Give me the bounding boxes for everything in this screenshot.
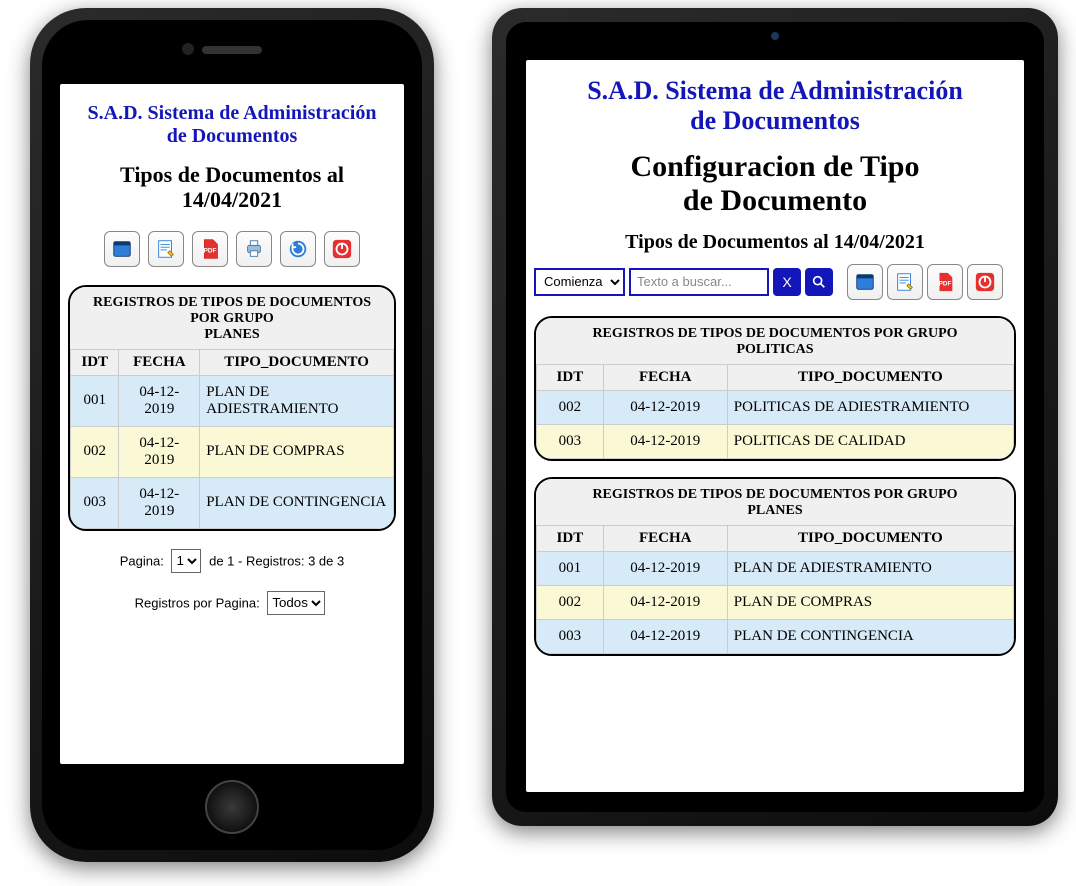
page-title: Tipos de Documentos al 14/04/2021	[68, 162, 396, 213]
tablet-table2: IDT FECHA TIPO_DOCUMENTO 001 04-12-2019 …	[536, 525, 1014, 654]
clear-button[interactable]: X	[773, 268, 801, 296]
page-select[interactable]: 1	[171, 549, 201, 573]
per-page: Registros por Pagina: Todos	[68, 591, 396, 615]
tablet-table1-title: REGISTROS DE TIPOS DE DOCUMENTOS POR GRU…	[536, 318, 1014, 364]
svg-text:PDF: PDF	[939, 280, 952, 287]
window-icon[interactable]	[104, 231, 140, 267]
tablet-table1-card: REGISTROS DE TIPOS DE DOCUMENTOS POR GRU…	[534, 316, 1016, 461]
page-title-line1: Tipos de Documentos al	[120, 162, 344, 187]
edit-icon[interactable]	[148, 231, 184, 267]
tablet-table2-card: REGISTROS DE TIPOS DE DOCUMENTOS POR GRU…	[534, 477, 1016, 656]
app-title: S.A.D. Sistema de Administración de Docu…	[68, 102, 396, 148]
clear-icon: X	[782, 274, 791, 290]
pagination-suffix: de 1 - Registros: 3 de 3	[209, 553, 344, 568]
window-icon[interactable]	[847, 264, 883, 300]
table-row[interactable]: 001 04-12-2019 PLAN DE ADIESTRAMIENTO	[537, 551, 1014, 585]
table-row[interactable]: 002 04-12-2019 POLITICAS DE ADIESTRAMIEN…	[537, 390, 1014, 424]
page-title-line2: 14/04/2021	[182, 187, 282, 212]
tablet-toolbar: Comienza X PDF	[534, 264, 1016, 300]
phone-table-card: REGISTROS DE TIPOS DE DOCUMENTOS POR GRU…	[68, 285, 396, 531]
pagination: Pagina: 1 de 1 - Registros: 3 de 3	[68, 549, 396, 573]
tablet-table1: IDT FECHA TIPO_DOCUMENTO 002 04-12-2019 …	[536, 364, 1014, 459]
pagination-label: Pagina:	[120, 553, 164, 568]
svg-text:PDF: PDF	[204, 247, 217, 254]
th-tipo: TIPO_DOCUMENTO	[200, 349, 394, 375]
refresh-icon[interactable]	[280, 231, 316, 267]
app-title-line1: S.A.D. Sistema de Administración	[88, 102, 377, 124]
per-page-label: Registros por Pagina:	[135, 595, 260, 610]
search-input[interactable]	[629, 268, 769, 296]
search-icon	[811, 274, 827, 290]
table-row[interactable]: 002 04-12-2019 PLAN DE COMPRAS	[537, 585, 1014, 619]
phone-table-title: REGISTROS DE TIPOS DE DOCUMENTOS POR GRU…	[70, 287, 394, 349]
th-fecha: FECHA	[119, 349, 200, 375]
phone-toolbar: PDF	[68, 231, 396, 267]
tablet-front-camera	[771, 32, 779, 40]
phone-frame: S.A.D. Sistema de Administración de Docu…	[30, 8, 434, 862]
edit-icon[interactable]	[887, 264, 923, 300]
table-row[interactable]: 003 04-12-2019 POLITICAS DE CALIDAD	[537, 424, 1014, 458]
table-row[interactable]: 003 04-12-2019 PLAN DE CONTINGENCIA	[537, 619, 1014, 653]
page-title: Configuracion de Tipo de Documento	[534, 150, 1016, 219]
tablet-table2-title: REGISTROS DE TIPOS DE DOCUMENTOS POR GRU…	[536, 479, 1014, 525]
phone-home-button[interactable]	[205, 780, 259, 834]
power-icon[interactable]	[324, 231, 360, 267]
phone-screen: S.A.D. Sistema de Administración de Docu…	[60, 84, 404, 764]
per-page-select[interactable]: Todos	[267, 591, 325, 615]
table-row[interactable]: 002 04-12-2019 PLAN DE COMPRAS	[71, 426, 394, 477]
tablet-bezel: S.A.D. Sistema de Administración de Docu…	[506, 22, 1044, 812]
th-idt: IDT	[71, 349, 119, 375]
phone-table: IDT FECHA TIPO_DOCUMENTO 001 04-12-2019 …	[70, 349, 394, 529]
search-mode-select[interactable]: Comienza	[534, 268, 625, 296]
print-icon[interactable]	[236, 231, 272, 267]
phone-speaker	[202, 46, 262, 54]
table-row[interactable]: 001 04-12-2019 PLAN DE ADIESTRAMIENTO	[71, 375, 394, 426]
table-row[interactable]: 003 04-12-2019 PLAN DE CONTINGENCIA	[71, 477, 394, 528]
phone-bezel: S.A.D. Sistema de Administración de Docu…	[42, 20, 422, 850]
pdf-icon[interactable]: PDF	[927, 264, 963, 300]
tablet-frame: S.A.D. Sistema de Administración de Docu…	[492, 8, 1058, 826]
pdf-icon[interactable]: PDF	[192, 231, 228, 267]
table-header-row: IDT FECHA TIPO_DOCUMENTO	[71, 349, 394, 375]
table-header-row: IDT FECHA TIPO_DOCUMENTO	[537, 525, 1014, 551]
app-title: S.A.D. Sistema de Administración de Docu…	[534, 76, 1016, 136]
table-header-row: IDT FECHA TIPO_DOCUMENTO	[537, 364, 1014, 390]
app-title-line2: de Documentos	[167, 125, 298, 147]
power-icon[interactable]	[967, 264, 1003, 300]
sub-title: Tipos de Documentos al 14/04/2021	[534, 231, 1016, 254]
search-button[interactable]	[805, 268, 833, 296]
phone-front-camera	[182, 43, 194, 55]
tablet-screen: S.A.D. Sistema de Administración de Docu…	[526, 60, 1024, 792]
